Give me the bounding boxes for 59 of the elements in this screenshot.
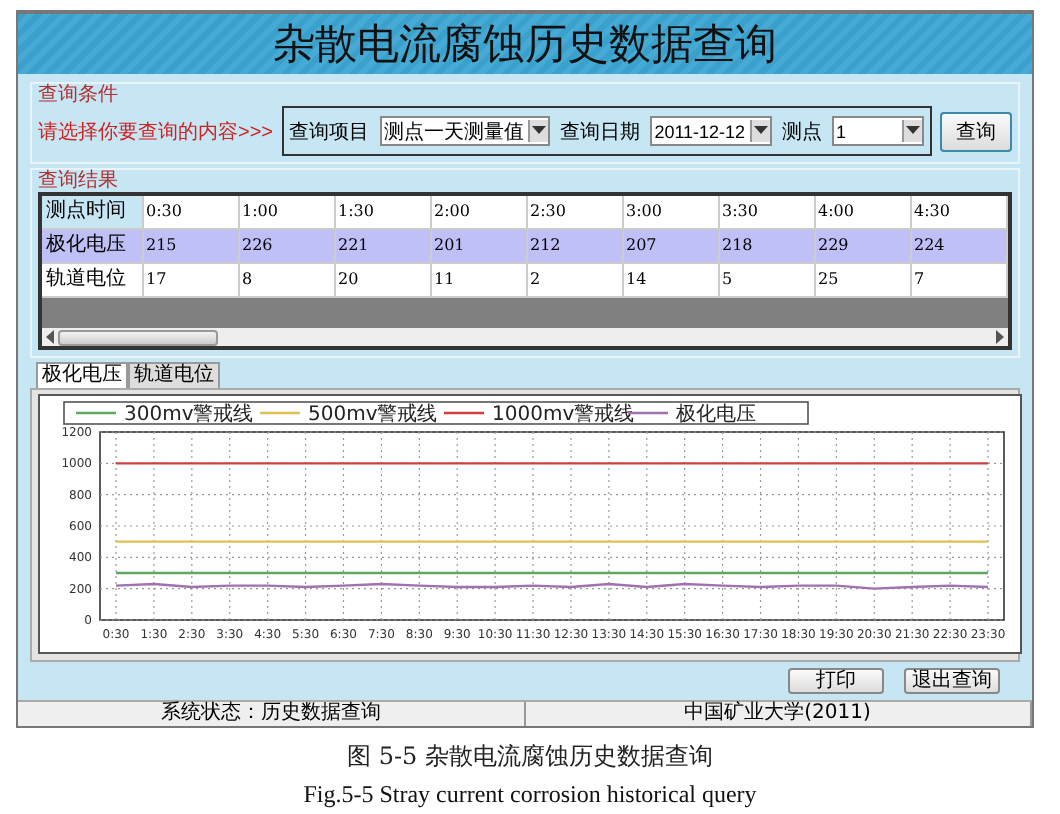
horizontal-scrollbar[interactable] <box>42 328 1008 346</box>
field-label: 测点 <box>781 119 822 145</box>
table-cell: 0:30 <box>144 196 240 228</box>
legend-label: 300mv警戒线 <box>124 402 254 426</box>
table-cell: 201 <box>432 230 528 262</box>
figure-caption: Fig.5-5 Stray current corrosion historical query <box>301 780 759 810</box>
window-title: 杂散电流腐蚀历史数据查询 <box>273 18 777 72</box>
table-cell: 25 <box>816 264 912 296</box>
table-cell: 229 <box>816 230 912 262</box>
table-cell: 2 <box>528 264 624 296</box>
prompt-text: 请选择你要查询的内容>>> <box>38 119 274 145</box>
legend-label: 1000mv警戒线 <box>492 402 635 426</box>
table-cell: 7 <box>912 264 1008 296</box>
legend-item: 300mv警戒线 <box>76 404 254 426</box>
field-label: 查询日期 <box>559 119 640 145</box>
query-button[interactable]: 查询 <box>940 111 1012 151</box>
table-cell: 14 <box>624 264 720 296</box>
action-button[interactable]: 退出查询 <box>904 668 1000 694</box>
row-header: 极化电压 <box>42 230 144 262</box>
table-cell: 11 <box>432 264 528 296</box>
dropdown[interactable]: 1 <box>832 116 924 146</box>
table-cell: 221 <box>336 230 432 262</box>
table-cell: 1:00 <box>240 196 336 228</box>
legend-label: 极化电压 <box>674 402 756 426</box>
table-cell: 4:30 <box>912 196 1008 228</box>
tab[interactable]: 极化电压 <box>36 362 128 388</box>
table-cell: 3:00 <box>624 196 720 228</box>
legend-item: 1000mv警戒线 <box>444 404 635 426</box>
status-text: 系统状态：历史数据查询 <box>18 702 525 726</box>
table-cell: 215 <box>144 230 240 262</box>
scrollbar-thumb[interactable] <box>58 329 218 345</box>
table-cell: 17 <box>144 264 240 296</box>
action-button[interactable]: 打印 <box>788 668 884 694</box>
legend-label: 500mv警戒线 <box>308 402 438 426</box>
table-cell: 212 <box>528 230 624 262</box>
dropdown[interactable]: 2011-12-12 <box>650 116 772 146</box>
table-cell: 4:00 <box>816 196 912 228</box>
table-cell: 3:30 <box>720 196 816 228</box>
table-cell: 207 <box>624 230 720 262</box>
field-label: 查询项目 <box>289 119 370 145</box>
tab[interactable]: 轨道电位 <box>128 362 220 388</box>
table-cell: 226 <box>240 230 336 262</box>
scroll-right-icon[interactable] <box>992 328 1008 346</box>
group-title: 查询结果 <box>38 170 120 192</box>
table-cell: 20 <box>336 264 432 296</box>
status-text: 中国矿业大学(2011) <box>525 702 1032 726</box>
table-cell: 8 <box>240 264 336 296</box>
group-title: 查询条件 <box>38 84 120 106</box>
table-cell: 2:30 <box>528 196 624 228</box>
dropdown[interactable]: 测点一天测量值 <box>379 116 550 146</box>
row-header: 测点时间 <box>42 196 144 228</box>
table-cell: 2:00 <box>432 196 528 228</box>
figure-caption: 图 5-5 杂散电流腐蚀历史数据查询 <box>345 740 715 774</box>
legend-item: 500mv警戒线 <box>260 404 438 426</box>
table-cell: 224 <box>912 230 1008 262</box>
table-cell: 218 <box>720 230 816 262</box>
table-cell: 1:30 <box>336 196 432 228</box>
row-header: 轨道电位 <box>42 264 144 296</box>
table-cell: 5 <box>720 264 816 296</box>
